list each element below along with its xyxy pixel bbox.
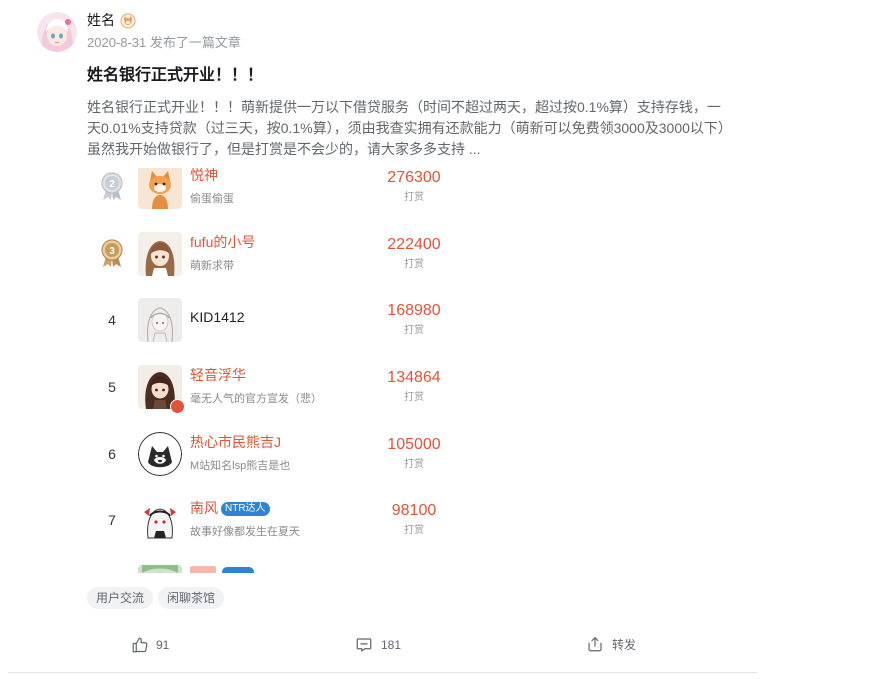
- leaderboard-avatar: [138, 298, 182, 342]
- post-body[interactable]: 姓名银行正式开业！！！萌新提供一万以下借贷服务（时间不超过两天，超过按0.1%算…: [87, 97, 732, 160]
- leaderboard-amount: 134864: [387, 369, 441, 386]
- author-avatar[interactable]: [37, 12, 77, 52]
- leaderboard-name-text: 南风: [190, 500, 218, 516]
- bronze-medal-icon: 3: [101, 239, 123, 267]
- leaderboard-subtitle: 偷蛋偷蛋: [190, 193, 234, 205]
- leaderboard-name: 悦神: [190, 168, 218, 183]
- leaderboard-row-partial: [90, 554, 470, 573]
- like-count[interactable]: 91: [156, 637, 169, 653]
- leaderboard-name: KID1412: [190, 309, 245, 325]
- leaderboard-name: fufu的小号: [190, 234, 256, 250]
- fox-badge-icon: [120, 13, 136, 29]
- share-button[interactable]: 转发: [612, 637, 636, 653]
- leaderboard-name: 南风 NTR达人: [190, 499, 270, 517]
- comment-icon[interactable]: [355, 636, 373, 654]
- divider: [8, 672, 757, 673]
- name-badge: NTR达人: [221, 502, 270, 516]
- silver-medal-icon: 2: [101, 172, 123, 200]
- leaderboard-subtitle: M站知名lsp熊吉是也: [190, 460, 291, 472]
- leaderboard-row: 3 fufu的小号 萌新求带 222400 打赏: [90, 221, 470, 288]
- post-image-leaderboard[interactable]: 2 悦神 偷蛋偷蛋 276300 打赏 3 fufu的小号 萌新求带 22240…: [90, 168, 470, 573]
- leaderboard-subtitle: 毫无人气的官方宣发（悲）: [190, 393, 322, 405]
- leaderboard-amount-label: 打赏: [404, 192, 424, 203]
- leaderboard-avatar: [138, 498, 182, 542]
- leaderboard-amount: 98100: [391, 502, 437, 519]
- leaderboard-amount-label: 打赏: [404, 259, 424, 270]
- medal-rank-number: 3: [109, 246, 115, 257]
- thumbs-up-icon[interactable]: [131, 636, 149, 654]
- post-body-line: 姓名银行正式开业！！！萌新提供一万以下借贷服务（时间不超过两天，超过按0.1%算…: [87, 99, 721, 115]
- verified-badge-icon: [170, 399, 185, 414]
- leaderboard-rank: 6: [108, 446, 116, 462]
- leaderboard-amount-label: 打赏: [404, 325, 424, 336]
- leaderboard-row: 4 KID1412 168980 打赏: [90, 287, 470, 354]
- leaderboard-name: 热心市民熊吉J: [190, 434, 281, 450]
- leaderboard-row: 7 南风 NTR达人 故事好像都发生在夏天 98100 打赏: [90, 487, 470, 554]
- leaderboard-rank: 5: [108, 379, 116, 395]
- leaderboard-row: 6 热心市民熊吉J M站知名lsp熊吉是也 105000 打赏: [90, 421, 470, 488]
- leaderboard-subtitle: 萌新求带: [190, 260, 234, 272]
- leaderboard-amount: 168980: [387, 302, 441, 319]
- leaderboard-subtitle: 故事好像都发生在夏天: [190, 526, 300, 538]
- leaderboard-row: 2 悦神 偷蛋偷蛋 276300 打赏: [90, 168, 470, 221]
- post-body-line: 天0.01%支持贷款（过三天，按0.1%算），须由我查实拥有还款能力（萌新可以免…: [87, 120, 732, 136]
- share-icon[interactable]: [586, 635, 604, 653]
- comment-count[interactable]: 181: [381, 637, 401, 653]
- leaderboard-amount-label: 打赏: [404, 525, 424, 536]
- leaderboard-amount: 276300: [387, 169, 441, 186]
- name-badge: [222, 567, 254, 573]
- post-body-line: 虽然我开始做银行了，但是打赏是不会少的，请大家多多支持 ...: [87, 141, 481, 157]
- leaderboard-rank: 4: [108, 312, 116, 328]
- tag-user-exchange[interactable]: 用户交流: [87, 587, 154, 609]
- leaderboard-avatar: [138, 432, 182, 476]
- author-name[interactable]: 姓名: [87, 11, 115, 29]
- post-meta: 2020-8-31 发布了一篇文章: [87, 35, 241, 50]
- cut-off-name: [190, 566, 216, 573]
- leaderboard-amount: 222400: [387, 236, 441, 253]
- leaderboard-avatar: [138, 168, 182, 209]
- leaderboard-rank: 7: [108, 512, 116, 528]
- leaderboard-amount-label: 打赏: [404, 459, 424, 470]
- medal-rank-number: 2: [109, 179, 115, 190]
- leaderboard-amount: 105000: [387, 436, 441, 453]
- leaderboard-row: 5 轻音浮华 毫无人气的官方宣发（悲） 134864 打赏: [90, 354, 470, 421]
- leaderboard-avatar: [138, 565, 182, 573]
- leaderboard-amount-label: 打赏: [404, 392, 424, 403]
- post-title[interactable]: 姓名银行正式开业！！！: [87, 65, 263, 87]
- tag-chat-teahouse[interactable]: 闲聊茶馆: [158, 587, 225, 609]
- leaderboard-name: 轻音浮华: [190, 367, 246, 383]
- leaderboard-avatar: [138, 232, 182, 276]
